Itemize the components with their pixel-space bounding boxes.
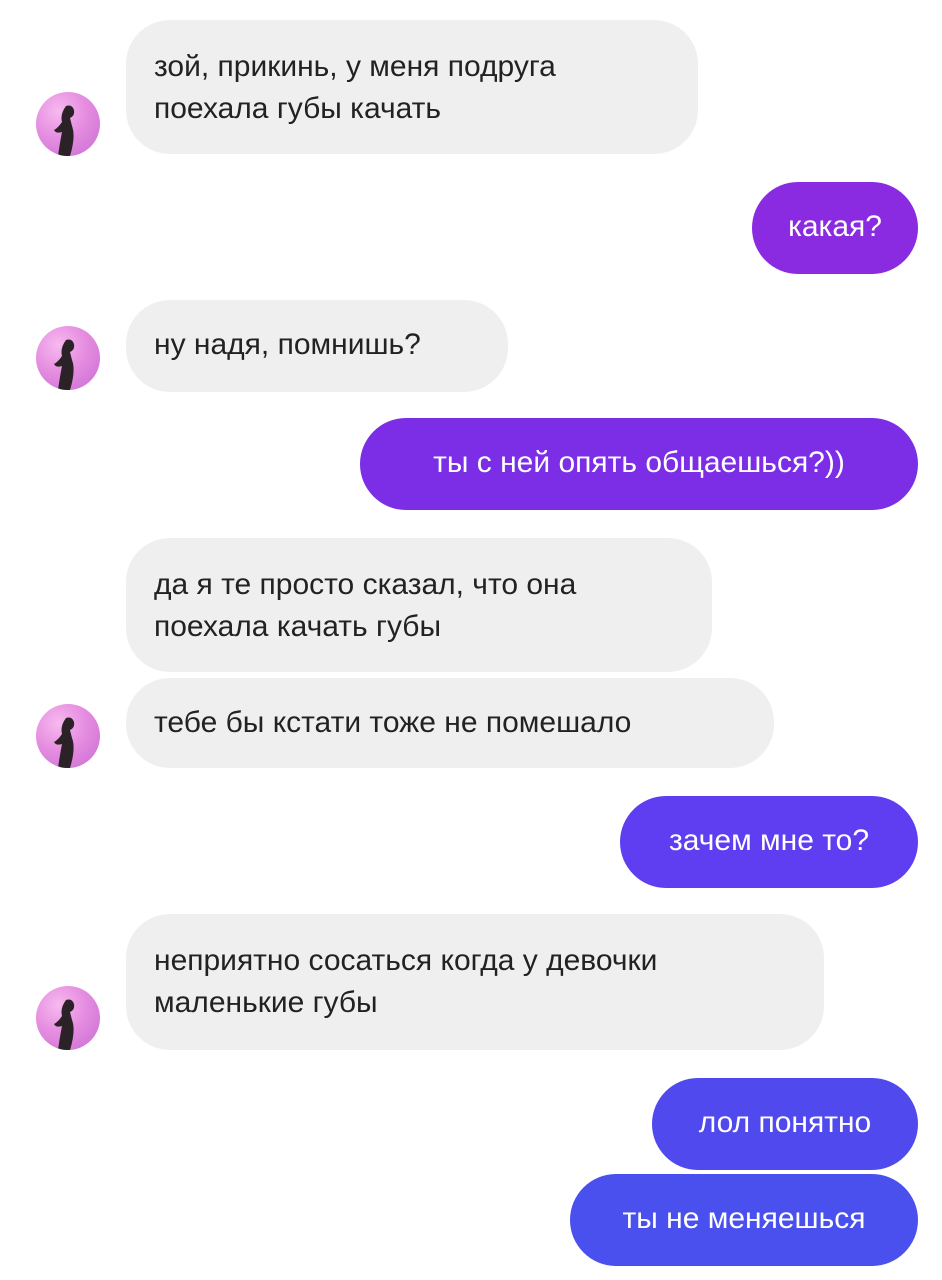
outgoing-message-bubble[interactable]: ты с ней опять общаешься?)) xyxy=(360,418,918,510)
message-text: поехала качать губы xyxy=(154,610,442,643)
incoming-message-bubble[interactable]: ну надя, помнишь? xyxy=(126,300,508,392)
message-text: поехала губы качать xyxy=(154,92,442,125)
incoming-message-bubble[interactable]: зой, прикинь, у меня подруга поехала губ… xyxy=(126,20,698,154)
contact-avatar-icon[interactable] xyxy=(36,326,100,390)
chat-conversation: зой, прикинь, у меня подруга поехала губ… xyxy=(0,0,942,1280)
message-text: ну надя, помнишь? xyxy=(154,328,421,361)
message-text: тебе бы кстати тоже не помешало xyxy=(154,706,632,739)
message-text: маленькие губы xyxy=(154,986,378,1019)
incoming-message-bubble[interactable]: неприятно сосаться когда у девочки мален… xyxy=(126,914,824,1050)
outgoing-message-bubble[interactable]: ты не меняешься xyxy=(570,1174,918,1266)
incoming-message-bubble[interactable]: да я те просто сказал, что она поехала к… xyxy=(126,538,712,672)
contact-avatar-icon[interactable] xyxy=(36,92,100,156)
contact-avatar-icon[interactable] xyxy=(36,704,100,768)
message-text: зой, прикинь, у меня подруга xyxy=(154,50,556,83)
message-text: неприятно сосаться когда у девочки xyxy=(154,944,658,977)
message-text: да я те просто сказал, что она xyxy=(154,568,577,601)
contact-avatar-icon[interactable] xyxy=(36,986,100,1050)
incoming-message-bubble[interactable]: тебе бы кстати тоже не помешало xyxy=(126,678,774,768)
outgoing-message-bubble[interactable]: зачем мне то? xyxy=(620,796,918,888)
outgoing-message-bubble[interactable]: какая? xyxy=(752,182,918,274)
outgoing-message-bubble[interactable]: лол понятно xyxy=(652,1078,918,1170)
